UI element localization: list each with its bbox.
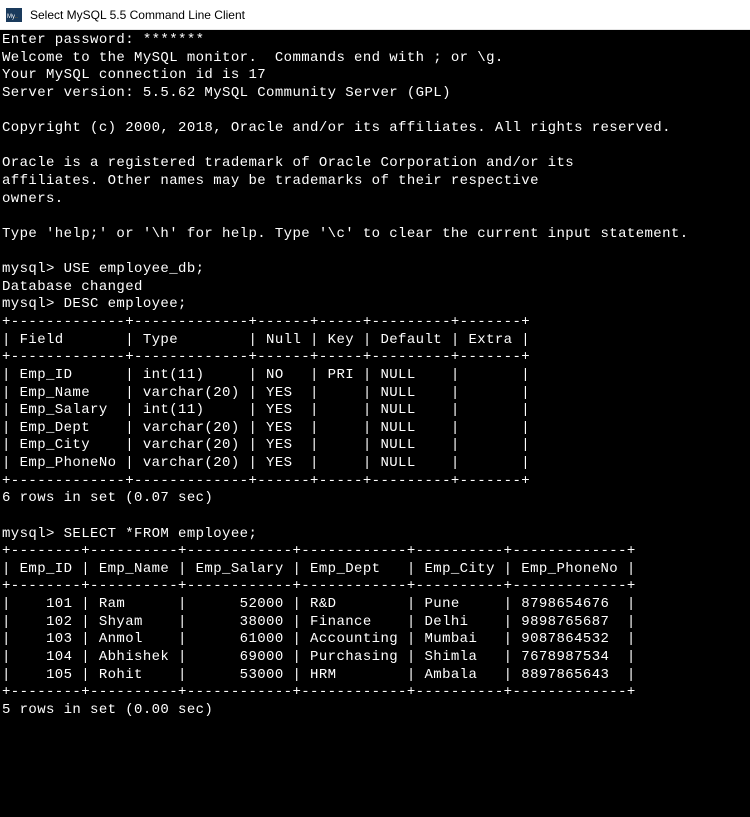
desc-table-row: | Emp_PhoneNo | varchar(20) | YES | | NU…	[2, 455, 530, 471]
trademark-line-3: owners.	[2, 191, 64, 207]
desc-table-header: | Field | Type | Null | Key | Default | …	[2, 332, 530, 348]
desc-table-row: | Emp_City | varchar(20) | YES | | NULL …	[2, 437, 530, 453]
desc-table-border: +-------------+-------------+------+----…	[2, 314, 530, 330]
prompt-use-db: mysql> USE employee_db;	[2, 261, 204, 277]
desc-table-border: +-------------+-------------+------+----…	[2, 349, 530, 365]
select-table-header: | Emp_ID | Emp_Name | Emp_Salary | Emp_D…	[2, 561, 636, 577]
prompt-desc-employee: mysql> DESC employee;	[2, 296, 187, 312]
select-table-row: | 105 | Rohit | 53000 | HRM | Ambala | 8…	[2, 667, 636, 683]
desc-table-row: | Emp_Salary | int(11) | YES | | NULL | …	[2, 402, 530, 418]
select-table-row: | 104 | Abhishek | 69000 | Purchasing | …	[2, 649, 636, 665]
select-table-row: | 101 | Ram | 52000 | R&D | Pune | 87986…	[2, 596, 636, 612]
select-table-border: +--------+----------+------------+------…	[2, 684, 636, 700]
copyright-line: Copyright (c) 2000, 2018, Oracle and/or …	[2, 120, 671, 136]
window-title: Select MySQL 5.5 Command Line Client	[30, 8, 245, 22]
connection-id-line: Your MySQL connection id is 17	[2, 67, 266, 83]
welcome-line: Welcome to the MySQL monitor. Commands e…	[2, 50, 504, 66]
svg-text:..: ..	[15, 14, 18, 20]
server-version-line: Server version: 5.5.62 MySQL Community S…	[2, 85, 451, 101]
desc-table-row: | Emp_Dept | varchar(20) | YES | | NULL …	[2, 420, 530, 436]
password-line: Enter password: *******	[2, 32, 204, 48]
desc-table-row: | Emp_ID | int(11) | NO | PRI | NULL | |	[2, 367, 530, 383]
help-line: Type 'help;' or '\h' for help. Type '\c'…	[2, 226, 689, 242]
desc-table-border: +-------------+-------------+------+----…	[2, 473, 530, 489]
trademark-line-1: Oracle is a registered trademark of Orac…	[2, 155, 574, 171]
trademark-line-2: affiliates. Other names may be trademark…	[2, 173, 539, 189]
select-table-border: +--------+----------+------------+------…	[2, 578, 636, 594]
desc-table-row: | Emp_Name | varchar(20) | YES | | NULL …	[2, 385, 530, 401]
mysql-app-icon: My ..	[4, 7, 24, 23]
select-table-row: | 103 | Anmol | 61000 | Accounting | Mum…	[2, 631, 636, 647]
svg-text:My: My	[7, 14, 15, 20]
select-table-row: | 102 | Shyam | 38000 | Finance | Delhi …	[2, 614, 636, 630]
select-table-border: +--------+----------+------------+------…	[2, 543, 636, 559]
select-rowcount: 5 rows in set (0.00 sec)	[2, 702, 213, 718]
window-titlebar[interactable]: My .. Select MySQL 5.5 Command Line Clie…	[0, 0, 750, 30]
prompt-select-employee: mysql> SELECT *FROM employee;	[2, 526, 257, 542]
desc-rowcount: 6 rows in set (0.07 sec)	[2, 490, 213, 506]
terminal-output[interactable]: Enter password: ******* Welcome to the M…	[0, 30, 750, 817]
database-changed-line: Database changed	[2, 279, 143, 295]
